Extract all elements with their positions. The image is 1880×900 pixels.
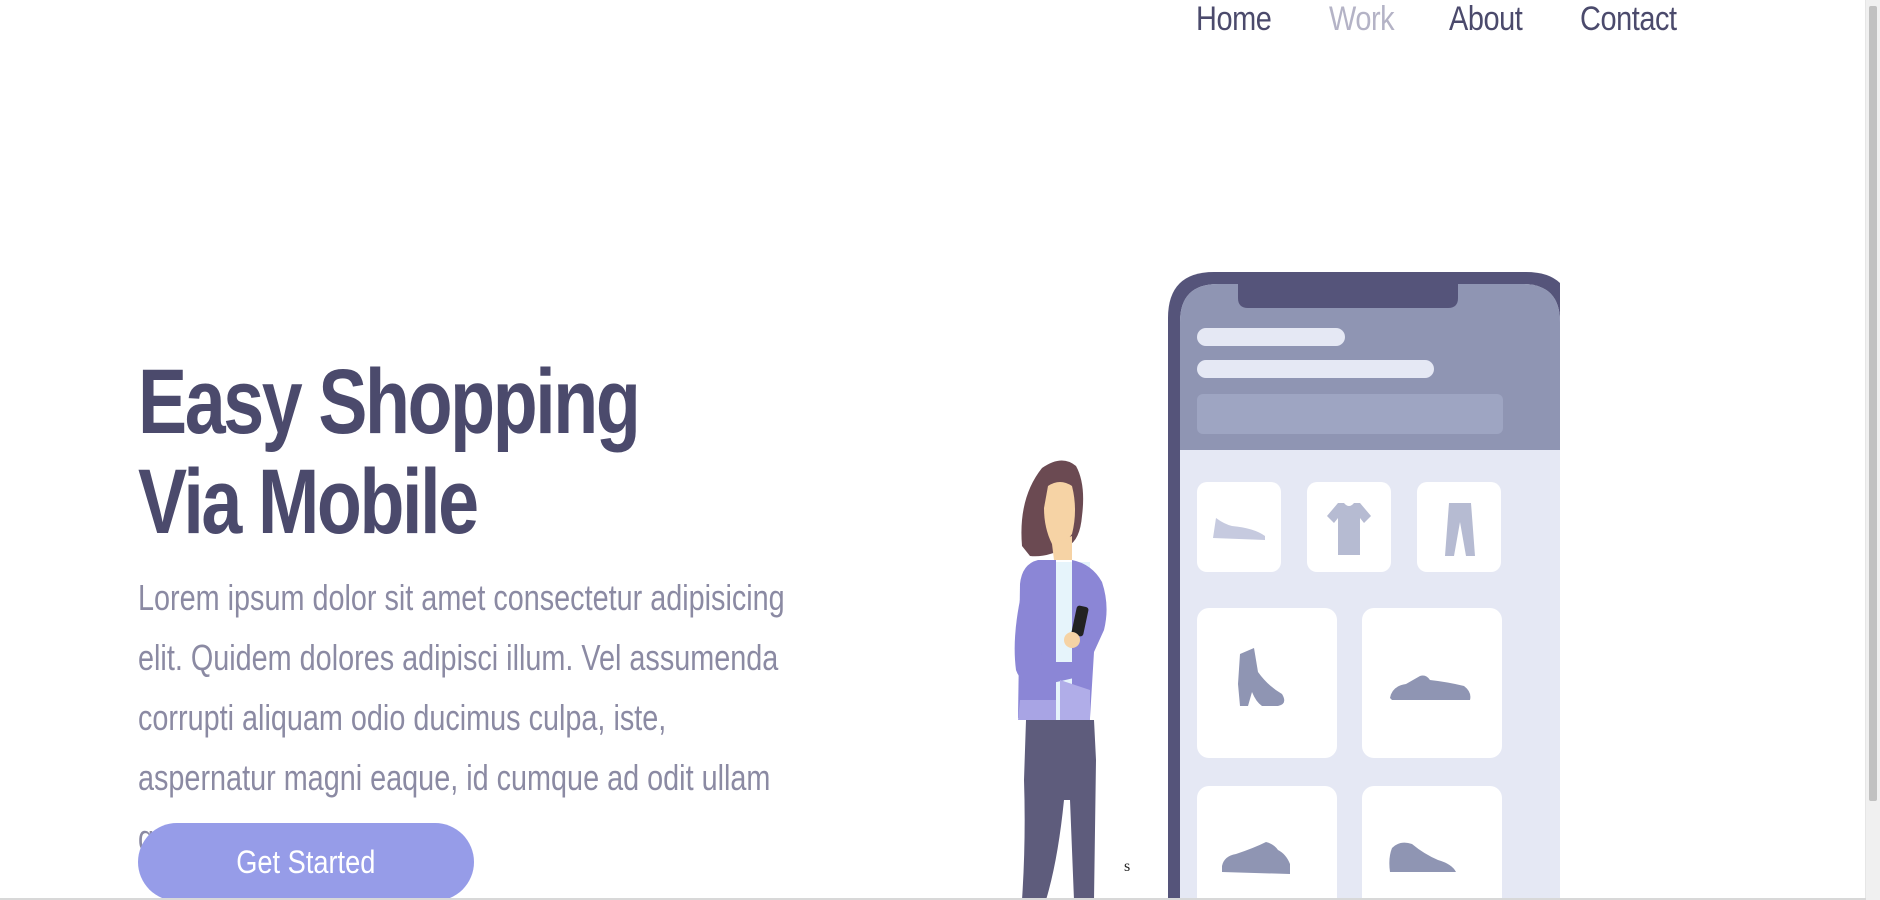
nav-about-link[interactable]: About [1449,0,1523,38]
nav-home-link[interactable]: Home [1196,0,1272,38]
product-card [1362,786,1502,900]
hero-title-line-1: Easy Shopping [138,351,641,453]
get-started-button[interactable]: Get Started [138,823,474,900]
vertical-scrollbar[interactable] [1865,0,1880,900]
hero-title-line-2: Via Mobile [138,451,479,553]
hero-title: Easy Shopping Via Mobile [138,351,641,553]
shopping-illustration [1014,272,1560,900]
nav-contact-link[interactable]: Contact [1580,0,1677,38]
get-started-label: Get Started [236,843,376,880]
woman-figure [1014,460,1107,900]
page: Home Work About Contact Easy Shopping Vi… [0,0,1880,900]
scrollbar-thumb[interactable] [1869,6,1877,801]
main-nav: Home Work About Contact [1196,0,1681,38]
nav-work-link[interactable]: Work [1329,0,1395,38]
